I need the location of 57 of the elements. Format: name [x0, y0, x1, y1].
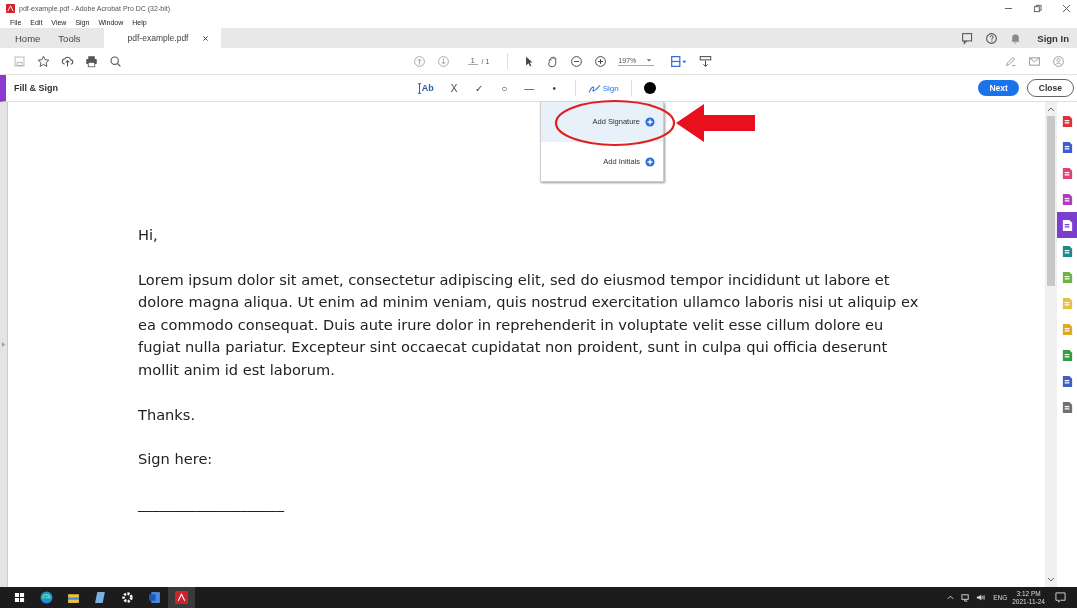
mark-tool[interactable]: ○ — [491, 82, 517, 94]
text-cursor-icon — [416, 82, 422, 94]
body-paragraph: Lorem ipsum dolor sit amet, consectetur adipiscing elit, sed do eiusmod tempor incididunt ut labore et dolore magna aliqua. Ut enim ad minim veniam, quis nostrud exercitation ullamco laboris nisi ut aliquip ex ea commodo consequat. Duis aute irure dolor in reprehenderit in voluptate velit esse cillum dolore eu fugiat nulla pariatur. Excepteur sint occaecat cupidatat non proident, sunt in culpa qui officia deserunt mollit anim id est laborum. — [138, 269, 920, 380]
browser-icon — [40, 591, 53, 604]
mark-tool[interactable]: ✓ — [466, 82, 492, 94]
signature-pen-icon — [587, 82, 601, 94]
greeting-text: Hi, — [138, 225, 159, 245]
plus-icon — [645, 116, 655, 127]
close-icon[interactable] — [202, 34, 210, 42]
panel-title: Fill & Sign — [14, 83, 59, 93]
add-text-tool[interactable]: Ab — [416, 82, 434, 94]
caret-icon — [646, 57, 653, 63]
chevron-up-icon[interactable] — [946, 593, 956, 602]
network-icon[interactable] — [961, 593, 971, 602]
scrollbar-thumb[interactable] — [1047, 116, 1055, 286]
page-fit-icon[interactable] — [669, 54, 688, 68]
signature-line: ____________________ — [138, 493, 286, 514]
zoom-out-icon[interactable] — [569, 54, 583, 68]
tab[interactable]: Home — [6, 28, 50, 48]
comment-icon[interactable] — [960, 31, 974, 45]
notepad-icon — [94, 591, 107, 604]
volume-icon[interactable] — [976, 593, 986, 602]
acrobat-icon — [175, 591, 188, 604]
tab[interactable]: pdf-example.pdf — [103, 28, 222, 48]
star-icon[interactable] — [36, 54, 50, 68]
close-button[interactable]: Close — [1026, 79, 1074, 97]
tool-button[interactable] — [1057, 212, 1077, 238]
sign-here-label: Sign here: — [138, 449, 214, 470]
close-icon[interactable] — [1062, 3, 1071, 13]
scroll-mode-icon[interactable] — [698, 54, 712, 68]
scroll-up-icon[interactable] — [1047, 105, 1055, 113]
scroll-down-icon[interactable] — [1047, 576, 1055, 584]
mark-tool[interactable]: • — [541, 82, 567, 94]
zoom-in-icon[interactable] — [593, 54, 607, 68]
folder-icon — [67, 591, 80, 604]
gear-icon — [121, 591, 134, 604]
upload-icon[interactable] — [60, 54, 74, 68]
tab[interactable]: Tools — [49, 28, 90, 48]
notification-icon[interactable] — [1055, 592, 1066, 603]
taskbar-button[interactable] — [168, 587, 195, 608]
word-app-icon — [148, 591, 161, 604]
help-icon[interactable] — [984, 31, 998, 45]
color-swatch[interactable] — [643, 82, 656, 94]
plus-icon — [645, 156, 655, 167]
document-icon — [1060, 218, 1074, 232]
acrobat-icon — [6, 3, 15, 13]
mark-tool[interactable]: — — [516, 82, 542, 94]
closing-text: Thanks. — [138, 404, 197, 425]
hand-icon[interactable] — [545, 54, 559, 68]
sign-button[interactable]: Sign — [587, 82, 619, 94]
mark-tool[interactable]: X — [441, 82, 467, 94]
search-icon[interactable] — [108, 54, 122, 68]
windows-icon[interactable] — [14, 592, 25, 603]
next-button[interactable]: Next — [978, 80, 1019, 96]
sign-in-link[interactable]: Sign In — [1037, 32, 1069, 44]
print-icon[interactable] — [84, 54, 98, 68]
restore-icon[interactable] — [1033, 3, 1042, 13]
